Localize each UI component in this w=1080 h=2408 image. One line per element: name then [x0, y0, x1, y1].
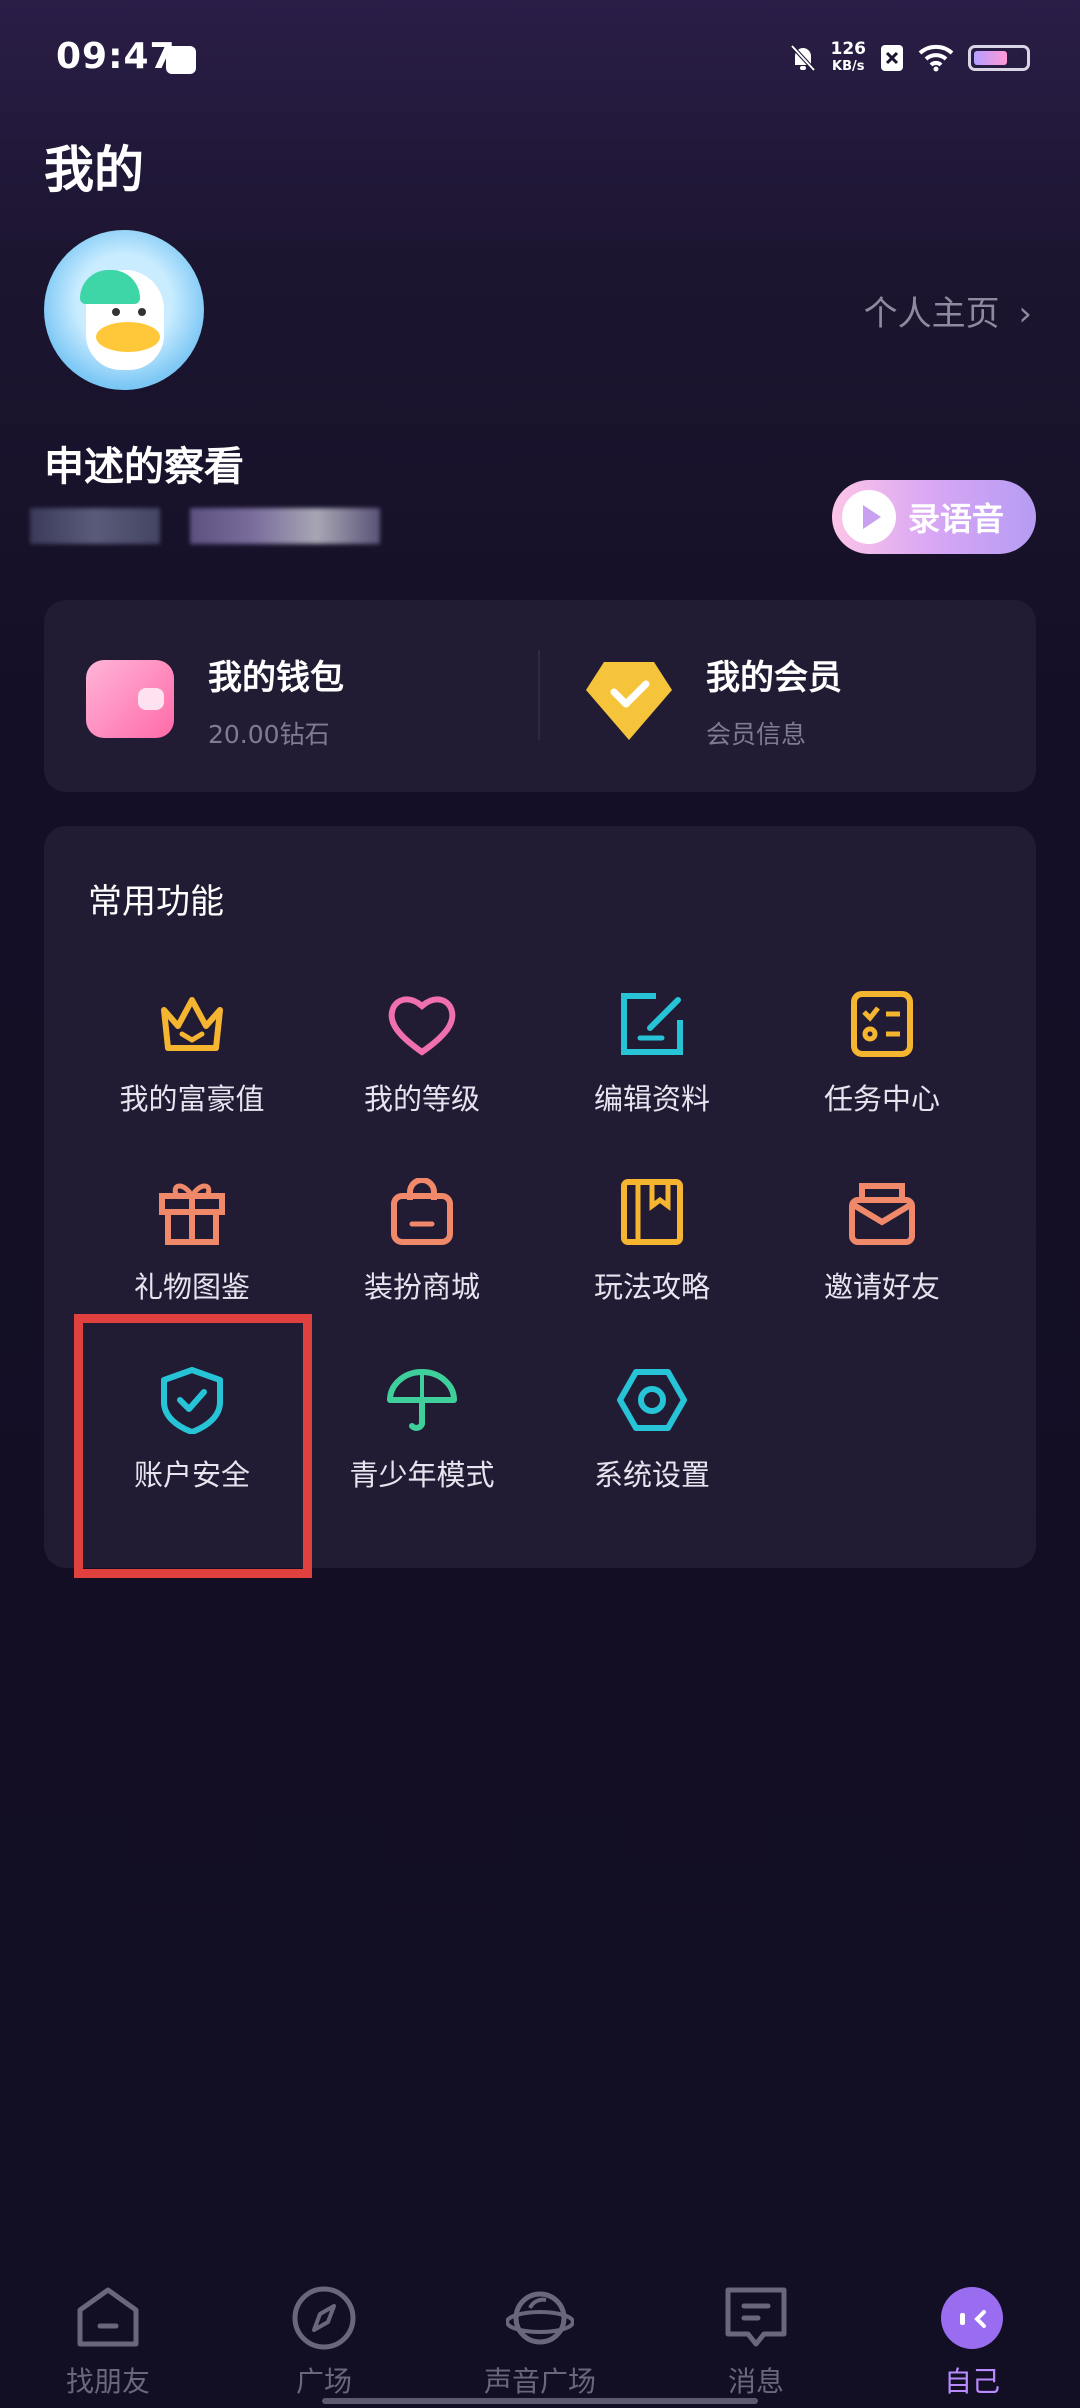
grid-item-system-settings[interactable]: 系统设置: [536, 1366, 768, 1494]
wallet-balance: 20.00钻石: [208, 720, 330, 749]
card-divider: [538, 650, 540, 740]
battery-fill: [974, 51, 1007, 65]
gesture-bar: [322, 2398, 758, 2404]
grid-item-dress-up-store[interactable]: 装扮商城: [306, 1178, 538, 1306]
heart-icon: [388, 996, 456, 1056]
grid-label: 礼物图鉴: [133, 1270, 250, 1304]
shopping-bag-icon: [391, 1178, 453, 1245]
grid-label: 任务中心: [823, 1082, 940, 1116]
mail-icon: [849, 1183, 915, 1245]
profile-face-icon: [941, 2287, 1003, 2349]
diamond-vip-icon: [586, 662, 672, 740]
grid-label: 玩法攻略: [593, 1270, 710, 1304]
grid-label: 邀请好友: [823, 1270, 940, 1304]
nav-item-plaza[interactable]: 广场: [216, 2272, 432, 2408]
settings-hexagon-icon: [617, 1369, 687, 1431]
wallet-icon: [86, 660, 174, 738]
grid-label: 编辑资料: [593, 1082, 710, 1116]
membership-title: 我的会员: [706, 658, 842, 698]
wallet-tile[interactable]: 我的钱包 20.00钻石: [208, 650, 344, 751]
wallet-membership-card: [44, 600, 1036, 792]
edit-icon: [621, 993, 683, 1055]
nav-item-me[interactable]: 自己: [864, 2272, 1080, 2408]
avatar-beak: [96, 322, 160, 352]
gift-icon: [159, 1183, 225, 1245]
planet-icon: [505, 2291, 575, 2345]
nav-label: 自己: [943, 2365, 1000, 2398]
grid-label: 我的等级: [363, 1082, 480, 1116]
nav-item-voice-plaza[interactable]: 声音广场: [432, 2272, 648, 2408]
notification-icon: [166, 46, 196, 74]
nav-label: 声音广场: [483, 2365, 596, 2398]
nav-label: 广场: [295, 2365, 352, 2398]
grid-label: 我的富豪值: [119, 1082, 265, 1116]
nav-item-messages[interactable]: 消息: [648, 2272, 864, 2408]
section-title: 常用功能: [88, 882, 224, 922]
net-speed-value: 126: [830, 39, 867, 59]
battery-icon: [968, 45, 1030, 71]
blurred-user-id: [190, 508, 380, 544]
avatar-eye: [138, 308, 146, 316]
username: 申述的察看: [44, 444, 244, 490]
play-icon: [842, 490, 896, 544]
checklist-icon: [851, 991, 913, 1057]
net-speed: 126 KB/s: [831, 40, 867, 76]
nav-label: 找朋友: [65, 2365, 150, 2398]
grid-item-task-center[interactable]: 任务中心: [766, 990, 998, 1118]
grid-item-gift-catalog[interactable]: 礼物图鉴: [76, 1178, 308, 1306]
home-icon: [77, 2287, 139, 2347]
highlight-box: [74, 1314, 312, 1578]
wifi-icon: [918, 44, 954, 72]
grid-label: 系统设置: [593, 1458, 710, 1492]
status-time: 09:47: [56, 36, 176, 77]
grid-item-level[interactable]: 我的等级: [306, 990, 538, 1118]
book-icon: [621, 1179, 683, 1245]
avatar[interactable]: [44, 230, 204, 390]
grid-label: 装扮商城: [363, 1270, 480, 1304]
nav-label: 消息: [727, 2365, 784, 2398]
mute-bell-icon: [790, 44, 815, 72]
chevron-right-icon: ›: [1018, 294, 1032, 334]
record-voice-label: 录语音: [908, 500, 1005, 538]
no-sim-icon: [881, 45, 903, 71]
membership-tile[interactable]: 我的会员 会员信息: [706, 650, 842, 751]
compass-icon: [292, 2286, 356, 2350]
bottom-nav: 找朋友 广场 声音广场 消息 自己: [0, 2272, 1080, 2408]
wallet-title: 我的钱包: [208, 658, 344, 698]
profile-homepage-label: 个人主页: [863, 294, 1000, 334]
grid-item-teen-mode[interactable]: 青少年模式: [306, 1366, 538, 1494]
page-title: 我的: [44, 141, 144, 199]
grid-label: 青少年模式: [349, 1458, 495, 1492]
message-icon: [725, 2287, 787, 2347]
grid-item-edit-profile[interactable]: 编辑资料: [536, 990, 768, 1118]
blurred-user-info: [30, 508, 160, 544]
record-voice-button[interactable]: 录语音: [832, 480, 1036, 554]
nav-item-find-friends[interactable]: 找朋友: [0, 2272, 216, 2408]
avatar-eye: [112, 308, 120, 316]
crown-icon: [161, 997, 223, 1051]
grid-item-invite-friends[interactable]: 邀请好友: [766, 1178, 998, 1306]
umbrella-icon: [387, 1369, 457, 1431]
grid-item-wealth[interactable]: 我的富豪值: [76, 990, 308, 1118]
membership-subtitle: 会员信息: [706, 720, 807, 749]
grid-item-gameplay-guide[interactable]: 玩法攻略: [536, 1178, 768, 1306]
status-icons: 126 KB/s: [789, 40, 1030, 76]
profile-homepage-link[interactable]: 个人主页 ›: [864, 286, 1032, 335]
net-speed-unit: KB/s: [832, 59, 865, 74]
